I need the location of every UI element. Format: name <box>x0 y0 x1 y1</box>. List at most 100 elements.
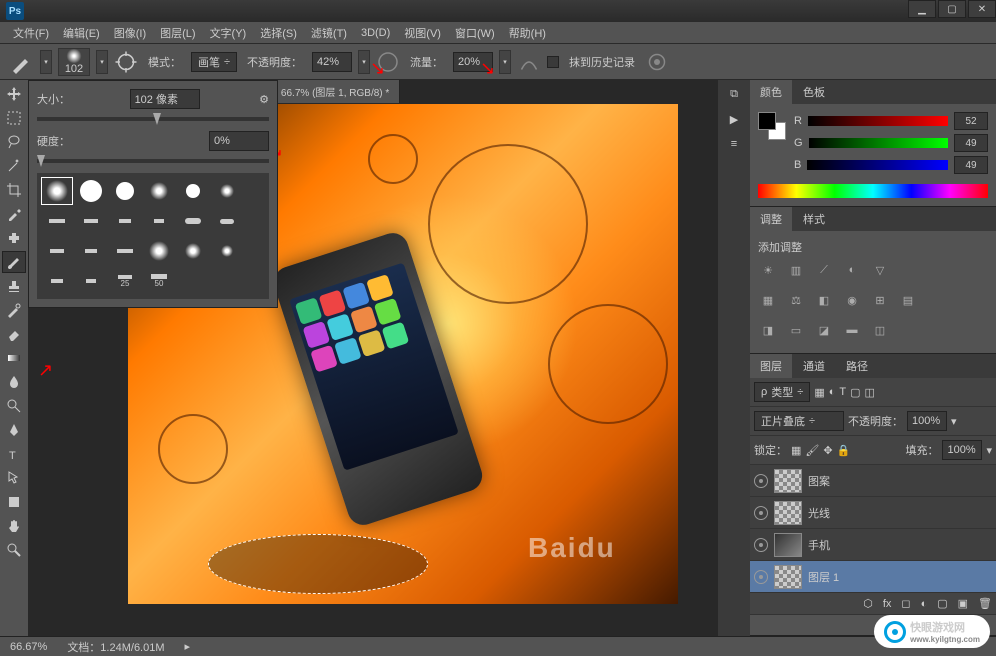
brush-preset[interactable] <box>177 177 209 205</box>
filter-adjust-icon[interactable]: ◐ <box>829 386 836 398</box>
lock-pixel-icon[interactable]: 🖌 <box>805 444 819 457</box>
brush-preset[interactable] <box>211 177 243 205</box>
stamp-tool[interactable] <box>2 275 26 297</box>
gradient-map-icon[interactable]: ▬ <box>842 321 862 339</box>
menu-type[interactable]: 文字(Y) <box>203 22 254 44</box>
fill-input[interactable]: 100% <box>942 440 982 460</box>
eraser-tool[interactable] <box>2 323 26 345</box>
brush-preset[interactable] <box>109 207 141 235</box>
pressure-size-icon[interactable] <box>645 50 669 74</box>
brush-preset[interactable] <box>211 237 243 265</box>
menu-layer[interactable]: 图层(L) <box>153 22 202 44</box>
crop-tool[interactable] <box>2 179 26 201</box>
opacity-dropdown[interactable]: ▾ <box>358 50 370 74</box>
brush-preset[interactable] <box>109 177 141 205</box>
brush-preset[interactable] <box>109 237 141 265</box>
photo-filter-icon[interactable]: ◉ <box>842 291 862 309</box>
menu-edit[interactable]: 编辑(E) <box>56 22 107 44</box>
filter-pixel-icon[interactable]: ▦ <box>814 386 824 399</box>
group-icon[interactable]: ▢ <box>937 597 947 610</box>
layers-tab[interactable]: 图层 <box>750 354 792 378</box>
bw-icon[interactable]: ◧ <box>814 291 834 309</box>
brush-settings-icon[interactable] <box>114 50 138 74</box>
styles-tab[interactable]: 样式 <box>793 207 835 231</box>
brush-preset[interactable] <box>177 237 209 265</box>
menu-file[interactable]: 文件(F) <box>6 22 56 44</box>
heal-tool[interactable] <box>2 227 26 249</box>
eyedropper-tool[interactable] <box>2 203 26 225</box>
brush-preset[interactable] <box>143 207 175 235</box>
brush-preset[interactable] <box>41 177 73 205</box>
maximize-button[interactable]: ▢ <box>938 0 966 18</box>
brush-preset[interactable] <box>41 267 73 295</box>
close-button[interactable]: ✕ <box>968 0 996 18</box>
move-tool[interactable] <box>2 83 26 105</box>
fx-icon[interactable]: fx <box>883 598 892 610</box>
document-tab[interactable]: @ 66.7% (图层 1, RGB/8) * <box>258 80 400 103</box>
zoom-tool[interactable] <box>2 539 26 561</box>
menu-help[interactable]: 帮助(H) <box>502 22 553 44</box>
curves-icon[interactable]: ⟋ <box>814 261 834 279</box>
lasso-tool[interactable] <box>2 131 26 153</box>
history-checkbox[interactable] <box>547 56 559 68</box>
size-slider[interactable] <box>37 117 269 121</box>
opacity-input[interactable]: 42% <box>312 52 352 72</box>
brush-preset[interactable] <box>41 237 73 265</box>
flow-dropdown[interactable]: ▾ <box>499 50 511 74</box>
r-slider[interactable] <box>808 116 948 126</box>
brush-tool[interactable] <box>2 251 26 273</box>
visibility-icon[interactable] <box>754 474 768 488</box>
link-layers-icon[interactable]: ⬡ <box>863 597 873 610</box>
actions-panel-icon[interactable]: ▶ <box>730 113 738 126</box>
zoom-level[interactable]: 66.67% <box>10 641 47 653</box>
lookup-icon[interactable]: ▤ <box>898 291 918 309</box>
spectrum-bar[interactable] <box>758 184 988 198</box>
airbrush-icon[interactable] <box>517 50 541 74</box>
menu-image[interactable]: 图像(I) <box>107 22 153 44</box>
path-select-tool[interactable] <box>2 467 26 489</box>
brightness-icon[interactable]: ☀ <box>758 261 778 279</box>
invert-icon[interactable]: ◨ <box>758 321 778 339</box>
mode-select[interactable]: 画笔÷ <box>191 52 237 72</box>
brush-preset[interactable] <box>75 207 107 235</box>
color-swatch[interactable] <box>758 112 786 140</box>
lock-trans-icon[interactable]: ▦ <box>791 444 801 457</box>
menu-3d[interactable]: 3D(D) <box>354 24 397 42</box>
brush-preset[interactable] <box>211 207 243 235</box>
adjustment-layer-icon[interactable]: ◐ <box>921 598 928 610</box>
mixer-icon[interactable]: ⊞ <box>870 291 890 309</box>
vibrance-icon[interactable]: ▽ <box>870 261 890 279</box>
swatches-tab[interactable]: 色板 <box>793 80 835 104</box>
pen-tool[interactable] <box>2 419 26 441</box>
menu-view[interactable]: 视图(V) <box>397 22 448 44</box>
brush-preset-dropdown[interactable]: ▾ <box>96 50 108 74</box>
visibility-icon[interactable] <box>754 570 768 584</box>
paths-tab[interactable]: 路径 <box>836 354 878 378</box>
visibility-icon[interactable] <box>754 538 768 552</box>
new-layer-icon[interactable]: ▣ <box>958 597 968 610</box>
brush-tool-icon[interactable] <box>10 50 34 74</box>
brush-size-input[interactable]: 102 像素 <box>130 89 200 109</box>
balance-icon[interactable]: ⚖ <box>786 291 806 309</box>
brush-preset[interactable] <box>75 237 107 265</box>
delete-layer-icon[interactable]: 🗑 <box>978 597 992 610</box>
visibility-icon[interactable] <box>754 506 768 520</box>
channels-tab[interactable]: 通道 <box>793 354 835 378</box>
posterize-icon[interactable]: ▭ <box>786 321 806 339</box>
brush-preset[interactable]: 25 <box>109 267 141 295</box>
mask-icon[interactable]: ◻ <box>901 597 910 610</box>
layer-opacity-input[interactable]: 100% <box>907 411 947 431</box>
filter-smart-icon[interactable]: ◫ <box>865 386 875 399</box>
levels-icon[interactable]: ▥ <box>786 261 806 279</box>
adjustments-tab[interactable]: 调整 <box>750 207 792 231</box>
threshold-icon[interactable]: ◪ <box>814 321 834 339</box>
filter-shape-icon[interactable]: ▢ <box>850 386 860 399</box>
pressure-opacity-icon[interactable] <box>376 50 400 74</box>
menu-select[interactable]: 选择(S) <box>253 22 304 44</box>
type-tool[interactable]: T <box>2 443 26 465</box>
tool-preset-dropdown[interactable]: ▾ <box>40 50 52 74</box>
properties-panel-icon[interactable]: ≡ <box>731 138 737 150</box>
color-tab[interactable]: 颜色 <box>750 80 792 104</box>
g-slider[interactable] <box>809 138 948 148</box>
lock-pos-icon[interactable]: ✥ <box>823 444 832 457</box>
